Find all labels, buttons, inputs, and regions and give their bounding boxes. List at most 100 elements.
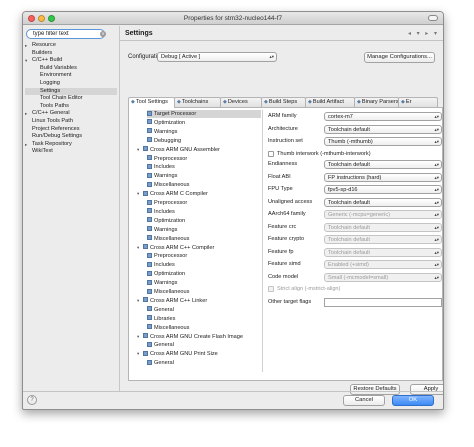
tab-build-steps[interactable]: ◆Build Steps (261, 97, 306, 107)
restore-defaults-button[interactable]: Restore Defaults (350, 384, 400, 395)
tool-tree-item-miscellaneous[interactable]: Miscellaneous (147, 288, 261, 296)
unaligned-access-select[interactable]: Toolchain default ▴▾ (324, 197, 442, 207)
instruction-set-select[interactable]: Thumb (-mthumb) ▴▾ (324, 137, 442, 146)
feature-fp-select: Toolchain default ▴▾ (324, 247, 442, 257)
architecture-select[interactable]: Toolchain default ▴▾ (324, 124, 442, 134)
endianness-select[interactable]: Toolchain default ▴▾ (324, 160, 442, 169)
collapsed-chevron-icon[interactable]: ▸ (25, 141, 27, 149)
tool-tree-item-preprocessor[interactable]: Preprocessor (147, 252, 261, 260)
other-target-flags-field[interactable] (324, 297, 442, 307)
tool-tree-item-miscellaneous[interactable]: Miscellaneous (147, 181, 261, 189)
nav-item-tools-paths[interactable]: Tools Paths (25, 103, 117, 111)
nav-item-c-c-build[interactable]: ▾ C/C++ Build (25, 57, 117, 65)
thumb-interwork-mthumb-interwork-checkbox[interactable] (268, 150, 274, 157)
toolbar-toggle-icon[interactable] (428, 15, 438, 21)
nav-item-wikitext[interactable]: WikiText (25, 148, 117, 156)
select-value: FP instructions (hard) (328, 174, 382, 181)
select-value: cortex-m7 (328, 114, 353, 120)
nav-item-c-c-general[interactable]: ▸ C/C++ General (25, 110, 117, 118)
nav-item-label: Settings (40, 87, 61, 94)
tool-tree-item-optimization[interactable]: Optimization (147, 119, 261, 127)
arm-family-select[interactable]: cortex-m7 ▴▾ (324, 112, 442, 121)
nav-item-logging[interactable]: Logging (25, 80, 117, 88)
tool-tree-item-cross-arm-c-compiler[interactable]: ▾ Cross ARM C Compiler (137, 190, 261, 198)
cancel-button[interactable]: Cancel (343, 395, 385, 406)
nav-item-environment[interactable]: Environment (25, 72, 117, 80)
nav-item-run-debug-settings[interactable]: Run/Debug Settings (25, 133, 117, 141)
code-model-select: Small (-mcmodel=small) ▴▾ (324, 272, 442, 282)
tool-tree-item-cross-arm-gnu-print-size[interactable]: ▾ Cross ARM GNU Print Size (137, 350, 261, 358)
select-arrows-icon: ▴▾ (434, 224, 439, 230)
nav-item-linux-tools-path[interactable]: Linux Tools Path (25, 118, 117, 126)
tool-tree-item-cross-arm-c-linker[interactable]: ▾ Cross ARM C++ Linker (137, 297, 261, 305)
tool-settings-panel: Target Processor Optimization Warnings Debu… (128, 107, 443, 381)
collapsed-chevron-icon[interactable]: ▸ (25, 110, 27, 118)
tool-tree-item-warnings[interactable]: Warnings (147, 226, 261, 234)
nav-item-builders[interactable]: Builders (25, 50, 117, 58)
expanded-chevron-icon[interactable]: ▾ (25, 57, 27, 65)
tool-tree-item-general[interactable]: General (147, 359, 261, 367)
tool-tree-item-debugging[interactable]: Debugging (147, 137, 261, 145)
tool-tree-item-includes[interactable]: Includes (147, 163, 261, 171)
tool-tree-item-cross-arm-c-compiler[interactable]: ▾ Cross ARM C++ Compiler (137, 244, 261, 252)
tab-tool-settings[interactable]: ◆Tool Settings (128, 97, 175, 108)
option-row-feature-fp: Feature fp Toolchain default ▴▾ (266, 247, 442, 258)
nav-item-resource[interactable]: ▸ Resource (25, 42, 117, 50)
option-row-strict-align-mstrict-align: Strict align (-mstrict-align) (266, 285, 442, 295)
tool-tree-label: Optimization (154, 119, 186, 126)
nav-item-settings[interactable]: Settings (25, 87, 117, 96)
option-row-fpu-type: FPU Type fpv5-sp-d16 ▴▾ (266, 185, 442, 195)
tool-tree-label: Warnings (154, 226, 178, 233)
tool-tree-item-miscellaneous[interactable]: Miscellaneous (147, 235, 261, 243)
tab-build-artifact[interactable]: ◆Build Artifact (305, 97, 355, 107)
title-bar[interactable]: Properties for stm32-nucleo144-f7 (23, 12, 443, 25)
tool-tree-item-warnings[interactable]: Warnings (147, 128, 261, 136)
tool-tree-item-cross-arm-gnu-assembler[interactable]: ▾ Cross ARM GNU Assembler (137, 146, 261, 154)
nav-item-label: Tools Paths (40, 102, 69, 109)
clear-filter-icon[interactable]: ✕ (100, 31, 106, 37)
nav-item-build-variables[interactable]: Build Variables (25, 65, 117, 73)
tool-tree-item-includes[interactable]: Includes (147, 261, 261, 269)
title-divider (120, 40, 443, 41)
help-icon[interactable]: ? (27, 395, 37, 405)
fpu-type-select[interactable]: fpv5-sp-d16 ▴▾ (324, 185, 442, 194)
tool-tree-item-cross-arm-gnu-create-flash-image[interactable]: ▾ Cross ARM GNU Create Flash Image (137, 333, 261, 341)
manage-configurations-button[interactable]: Manage Configurations... (364, 52, 435, 63)
ok-button[interactable]: OK (392, 395, 434, 406)
tree-divider[interactable] (262, 110, 263, 372)
tab-binary-parsers[interactable]: ◆Binary Parsers (354, 97, 399, 107)
nav-item-label: Logging (40, 79, 60, 86)
tool-tree-item-warnings[interactable]: Warnings (147, 172, 261, 180)
tab-er[interactable]: ◆Er (398, 97, 438, 107)
tool-tree-item-general[interactable]: General (147, 306, 261, 314)
tool-tree-item-preprocessor[interactable]: Preprocessor (147, 199, 261, 207)
nav-item-task-repository[interactable]: ▸ Task Repository (25, 141, 117, 149)
configuration-select[interactable]: Debug [ Active ] ▴▾ (157, 52, 277, 62)
apply-button[interactable]: Apply (410, 384, 443, 395)
tool-tree-item-warnings[interactable]: Warnings (147, 279, 261, 287)
tool-tree-item-optimization[interactable]: Optimization (147, 270, 261, 278)
select-arrows-icon: ▴▾ (269, 54, 274, 59)
strict-align-mstrict-align-checkbox (268, 286, 274, 292)
tab-devices[interactable]: ◆Devices (220, 97, 262, 107)
float-abi-select[interactable]: FP instructions (hard) ▴▾ (324, 172, 442, 182)
tool-tree-item-includes[interactable]: Includes (147, 208, 261, 216)
tool-tree-label: Target Processor (154, 111, 197, 117)
configuration-value: Debug [ Active ] (161, 54, 201, 60)
history-navigation-icons[interactable]: ◂ ▾ ▸ ▾ (408, 30, 439, 37)
nav-item-label: Resource (32, 42, 56, 48)
tool-tree-item-miscellaneous[interactable]: Miscellaneous (147, 324, 261, 332)
tool-tree-label: Miscellaneous (154, 324, 190, 331)
nav-item-tool-chain-editor[interactable]: Tool Chain Editor (25, 95, 117, 103)
tool-tree-item-general[interactable]: General (147, 341, 261, 349)
tool-tree-item-target-processor[interactable]: Target Processor (147, 110, 261, 118)
collapsed-chevron-icon[interactable]: ▸ (25, 42, 27, 50)
tab-toolchains[interactable]: ◆Toolchains (174, 97, 221, 107)
tool-tree-item-optimization[interactable]: Optimization (147, 217, 261, 225)
tool-tree-item-preprocessor[interactable]: Preprocessor (147, 155, 261, 163)
nav-item-label: Project References (32, 125, 80, 132)
filter-input[interactable] (26, 29, 105, 39)
tab-label: Binary Parsers (361, 99, 399, 105)
nav-item-project-references[interactable]: Project References (25, 126, 117, 134)
tool-tree-item-libraries[interactable]: Libraries (147, 315, 261, 323)
